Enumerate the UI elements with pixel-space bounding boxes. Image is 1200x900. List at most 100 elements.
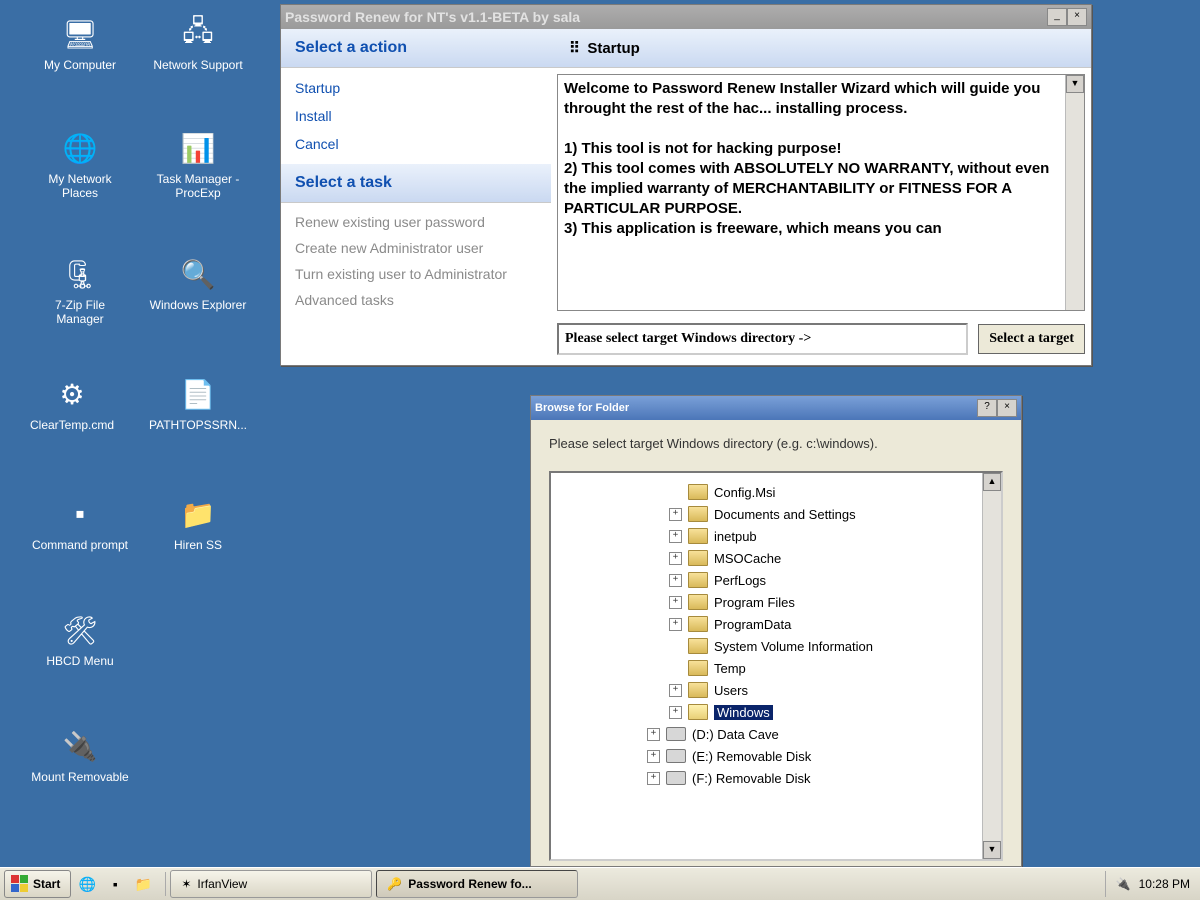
icon-label: Hiren SS bbox=[148, 538, 248, 552]
ql-browser-icon[interactable]: 🌐 bbox=[75, 872, 99, 896]
tree-node--d-data-cave[interactable]: + (D:) Data Cave bbox=[559, 723, 979, 745]
scrollbar[interactable]: ▲ ▼ bbox=[1065, 75, 1084, 310]
icon-label: My Network Places bbox=[30, 172, 130, 200]
task-renew-existing-user-password[interactable]: Renew existing user password bbox=[295, 209, 537, 235]
minimize-button[interactable]: _ bbox=[1047, 8, 1067, 26]
key-icon: 🔑 bbox=[387, 877, 402, 891]
dialog-title: Browse for Folder bbox=[535, 402, 629, 414]
expand-icon[interactable]: + bbox=[647, 728, 660, 741]
desktop-icon-command-prompt[interactable]: ▪Command prompt bbox=[30, 494, 130, 552]
desktop-icon-hiren-ss[interactable]: 📁 Hiren SS bbox=[148, 494, 248, 552]
tree-label: Temp bbox=[714, 661, 746, 676]
tree-node-inetpub[interactable]: + inetpub bbox=[559, 525, 979, 547]
icon-label: Mount Removable bbox=[30, 770, 130, 784]
desktop-icon-windows-explorer[interactable]: 🔍 Windows Explorer bbox=[148, 254, 248, 312]
tree-node-programdata[interactable]: + ProgramData bbox=[559, 613, 979, 635]
icon-label: ClearTemp.cmd bbox=[22, 418, 122, 432]
tree-label: ProgramData bbox=[714, 617, 791, 632]
scroll-down-button[interactable]: ▼ bbox=[1066, 75, 1084, 93]
scroll-up-button[interactable]: ▲ bbox=[983, 473, 1001, 491]
taskbar-task-irfanview[interactable]: ✶IrfanView bbox=[170, 870, 372, 898]
close-button[interactable]: × bbox=[997, 399, 1017, 417]
tray-icon[interactable]: 🔌 bbox=[1116, 877, 1131, 891]
star-icon: ✶ bbox=[181, 877, 191, 891]
select-action-header: Select a action bbox=[281, 29, 551, 68]
titlebar[interactable]: Password Renew for NT's v1.1-BETA by sal… bbox=[281, 5, 1091, 29]
folder-search-icon: 🔍 bbox=[178, 254, 218, 294]
netplaces-icon: 🌐 bbox=[60, 128, 100, 168]
tree-label: (E:) Removable Disk bbox=[692, 749, 811, 764]
icon-label: PATHTOPSSRN... bbox=[148, 418, 248, 432]
titlebar[interactable]: Browse for Folder ? × bbox=[531, 396, 1021, 420]
folder-tree[interactable]: ▲ ▼ Config.Msi+Documents and Settings+in… bbox=[549, 471, 1003, 861]
close-button[interactable]: × bbox=[1067, 8, 1087, 26]
expand-icon[interactable]: + bbox=[669, 706, 682, 719]
clock[interactable]: 10:28 PM bbox=[1139, 877, 1190, 891]
gear-icon: ⚙ bbox=[52, 374, 92, 414]
expand-icon[interactable]: + bbox=[669, 596, 682, 609]
drive-icon bbox=[666, 749, 686, 763]
desktop-icon-cleartemp-cmd[interactable]: ⚙ ClearTemp.cmd bbox=[22, 374, 122, 432]
drive-icon bbox=[666, 727, 686, 741]
tree-node-program-files[interactable]: +Program Files bbox=[559, 591, 979, 613]
expand-icon[interactable]: + bbox=[669, 530, 682, 543]
tree-node-users[interactable]: +Users bbox=[559, 679, 979, 701]
tree-node-documents-and-settings[interactable]: +Documents and Settings bbox=[559, 503, 979, 525]
action-startup[interactable]: Startup bbox=[295, 74, 537, 102]
desktop-icon-my-computer[interactable]: 🖥My Computer bbox=[30, 14, 130, 72]
scroll-down-button[interactable]: ▼ bbox=[983, 841, 1001, 859]
folder-icon bbox=[688, 682, 708, 698]
expand-icon[interactable]: + bbox=[669, 574, 682, 587]
expand-icon[interactable]: + bbox=[647, 750, 660, 763]
ql-cmd-icon[interactable]: ▪ bbox=[103, 872, 127, 896]
taskbar-task-password-renew-fo-[interactable]: 🔑Password Renew fo... bbox=[376, 870, 578, 898]
desktop-icon-pathtopssrn-[interactable]: 📄PATHTOPSSRN... bbox=[148, 374, 248, 432]
icon-label: Command prompt bbox=[30, 538, 130, 552]
tree-label: (D:) Data Cave bbox=[692, 727, 779, 742]
tree-label: (F:) Removable Disk bbox=[692, 771, 810, 786]
tree-label: MSOCache bbox=[714, 551, 781, 566]
sevenzip-icon: 🗜 bbox=[60, 254, 100, 294]
tree-scrollbar[interactable]: ▲ ▼ bbox=[982, 473, 1001, 859]
desktop-icon-mount-removable[interactable]: 🔌Mount Removable bbox=[30, 726, 130, 784]
ql-folder-icon[interactable]: 📁 bbox=[131, 872, 155, 896]
tree-node-system-volume-information[interactable]: System Volume Information bbox=[559, 635, 979, 657]
select-target-button[interactable]: Select a target bbox=[978, 324, 1085, 354]
expand-icon[interactable]: + bbox=[669, 508, 682, 521]
folder-icon bbox=[688, 638, 708, 654]
expand-icon[interactable]: + bbox=[669, 618, 682, 631]
select-task-header: Select a task bbox=[281, 164, 551, 203]
start-button[interactable]: Start bbox=[4, 870, 71, 898]
task-advanced-tasks[interactable]: Advanced tasks bbox=[295, 287, 537, 313]
tree-node-perflogs[interactable]: + PerfLogs bbox=[559, 569, 979, 591]
tree-node-windows[interactable]: +Windows bbox=[559, 701, 979, 723]
folder-icon bbox=[688, 704, 708, 720]
icon-label: Windows Explorer bbox=[148, 298, 248, 312]
folder-icon bbox=[688, 550, 708, 566]
expand-icon[interactable]: + bbox=[669, 684, 682, 697]
expand-icon[interactable]: + bbox=[647, 772, 660, 785]
desktop-icon-hbcd-menu[interactable]: 🛠HBCD Menu bbox=[30, 610, 130, 668]
task-turn-existing-user-to-administrator[interactable]: Turn existing user to Administrator bbox=[295, 261, 537, 287]
left-panel: Select a action StartupInstallCancel Sel… bbox=[281, 29, 551, 365]
desktop-icon-network-support[interactable]: 🖧Network Support bbox=[148, 14, 248, 72]
desktop-icon-my-network-places[interactable]: 🌐 My Network Places bbox=[30, 128, 130, 200]
icon-label: HBCD Menu bbox=[30, 654, 130, 668]
folder-icon: 📁 bbox=[178, 494, 218, 534]
task-create-new-administrator-user[interactable]: Create new Administrator user bbox=[295, 235, 537, 261]
desktop-icon-task-manager-procexp[interactable]: 📊Task Manager - ProcExp bbox=[148, 128, 248, 200]
tree-node-msocache[interactable]: + MSOCache bbox=[559, 547, 979, 569]
tree-node-config-msi[interactable]: Config.Msi bbox=[559, 481, 979, 503]
action-install[interactable]: Install bbox=[295, 102, 537, 130]
tree-node--e-removable-disk[interactable]: + (E:) Removable Disk bbox=[559, 745, 979, 767]
help-button[interactable]: ? bbox=[977, 399, 997, 417]
desktop-icon-7-zip-file-manager[interactable]: 🗜7-Zip File Manager bbox=[30, 254, 130, 326]
tree-label: PerfLogs bbox=[714, 573, 766, 588]
tree-node--f-removable-disk[interactable]: + (F:) Removable Disk bbox=[559, 767, 979, 789]
tree-label: System Volume Information bbox=[714, 639, 873, 654]
expand-icon[interactable]: + bbox=[669, 552, 682, 565]
tree-node-temp[interactable]: Temp bbox=[559, 657, 979, 679]
tree-label: inetpub bbox=[714, 529, 757, 544]
taskmgr-icon: 📊 bbox=[178, 128, 218, 168]
action-cancel[interactable]: Cancel bbox=[295, 130, 537, 158]
